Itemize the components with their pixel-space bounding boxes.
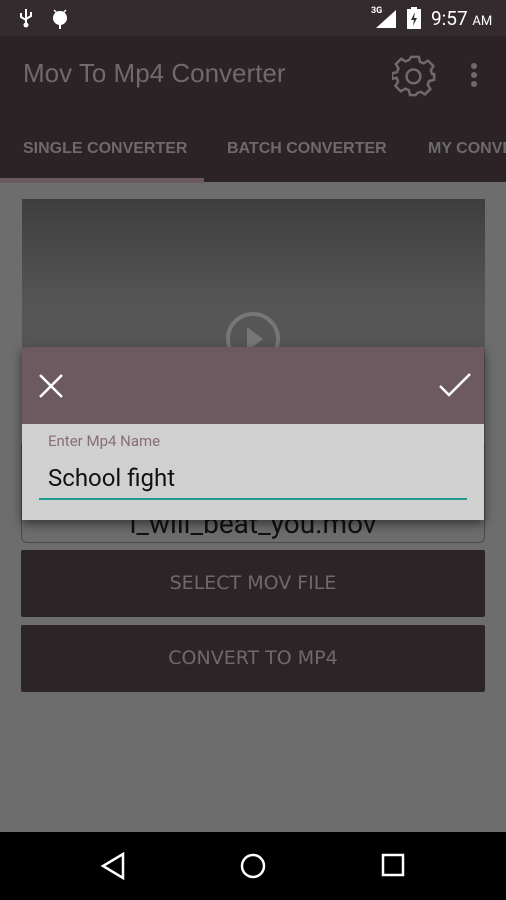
name-dialog: Enter Mp4 Name bbox=[22, 347, 484, 520]
convert-to-mp4-button[interactable]: CONVERT TO MP4 bbox=[21, 625, 485, 692]
app-title: Mov To Mp4 Converter bbox=[23, 58, 286, 88]
signal-icon bbox=[376, 10, 396, 28]
tab-my-conversions[interactable]: MY CONVERSIONS bbox=[428, 140, 506, 158]
battery-charging-icon bbox=[407, 7, 421, 29]
tab-single-converter[interactable]: SINGLE CONVERTER bbox=[23, 140, 187, 158]
mp4-name-input[interactable] bbox=[39, 458, 467, 500]
tab-indicator bbox=[0, 178, 204, 183]
close-icon[interactable] bbox=[38, 373, 64, 399]
clock: 9:57 AM bbox=[431, 7, 493, 30]
recents-icon[interactable] bbox=[381, 853, 405, 877]
back-icon[interactable] bbox=[100, 852, 126, 880]
android-debug-icon bbox=[53, 9, 67, 29]
navigation-bar bbox=[0, 832, 506, 900]
home-icon[interactable] bbox=[239, 852, 267, 880]
select-mov-file-button[interactable]: SELECT MOV FILE bbox=[21, 550, 485, 617]
dialog-header bbox=[22, 347, 484, 424]
overflow-menu-icon[interactable] bbox=[469, 62, 479, 90]
mp4-name-label: Enter Mp4 Name bbox=[48, 432, 161, 450]
gear-icon[interactable] bbox=[392, 53, 438, 99]
dialog-body: Enter Mp4 Name bbox=[22, 424, 484, 520]
status-bar: 3G 9:57 AM bbox=[0, 0, 506, 36]
tab-batch-converter[interactable]: BATCH CONVERTER bbox=[227, 140, 387, 158]
usb-icon bbox=[20, 9, 32, 28]
check-icon[interactable] bbox=[439, 373, 471, 397]
tab-bar: SINGLE CONVERTER BATCH CONVERTER MY CONV… bbox=[0, 116, 506, 182]
